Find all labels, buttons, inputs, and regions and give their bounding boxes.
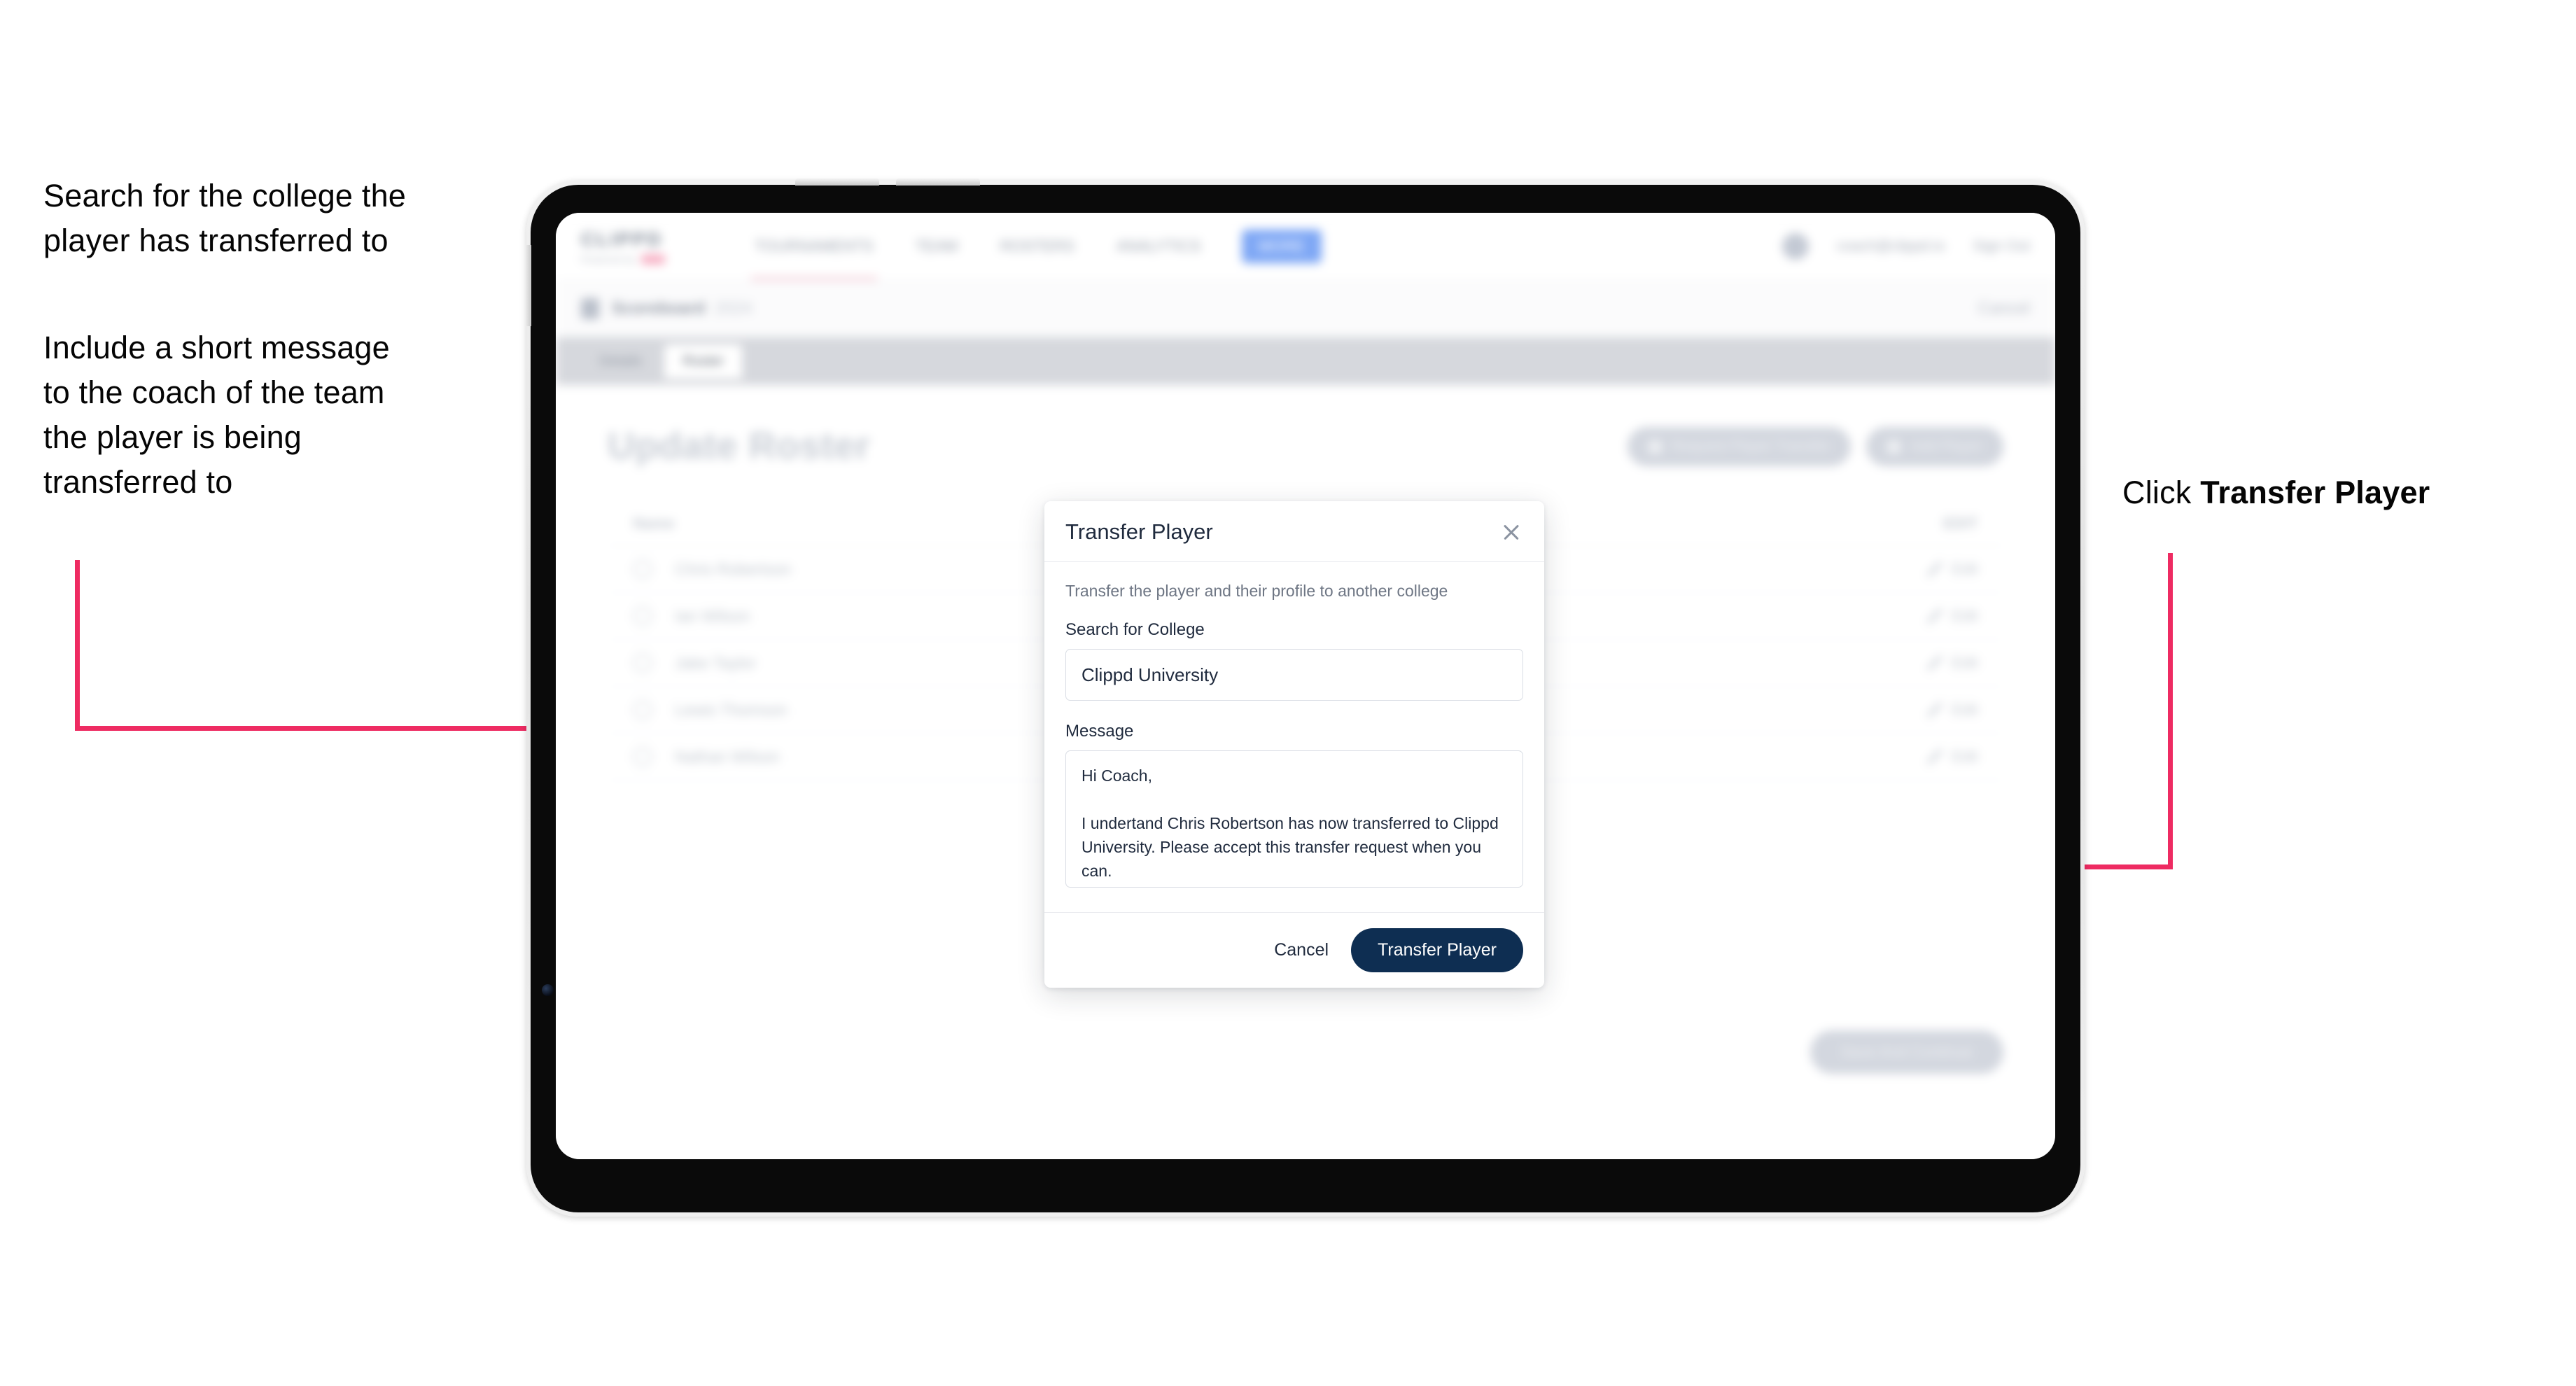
row-edit-action[interactable]: Edit bbox=[1927, 701, 1978, 719]
pencil-icon bbox=[1927, 608, 1943, 624]
row-select-radio[interactable] bbox=[633, 559, 652, 579]
message-textarea[interactable] bbox=[1065, 750, 1523, 888]
player-name: Jake Taylor bbox=[675, 653, 756, 672]
request-player-transfer-button[interactable]: Request Player Transfer bbox=[1627, 427, 1851, 466]
save-and-continue-button[interactable]: Save And Continue bbox=[1809, 1030, 2003, 1074]
player-name: Nathan Wilson bbox=[675, 747, 780, 766]
edit-label: Edit bbox=[1952, 701, 1978, 718]
front-camera-icon bbox=[542, 984, 554, 996]
avatar[interactable] bbox=[1782, 233, 1809, 260]
nav-item-rosters[interactable]: ROSTERS bbox=[999, 230, 1076, 262]
close-icon[interactable] bbox=[1499, 520, 1523, 544]
row-select-radio[interactable] bbox=[633, 606, 652, 626]
player-name: Lewis Thomson bbox=[675, 700, 788, 719]
dialog-title: Transfer Player bbox=[1065, 519, 1213, 544]
row-edit-action[interactable]: Edit bbox=[1927, 607, 1978, 625]
user-email: coach@clippd.io bbox=[1836, 238, 1945, 254]
column-header-name: Name bbox=[633, 514, 675, 532]
brand-subtitle-row: Powered by bbox=[581, 254, 704, 265]
sign-out-button[interactable]: Sign Out bbox=[1973, 238, 2030, 255]
screenshot-canvas: Search for the college the player has tr… bbox=[0, 0, 2576, 1386]
dialog-body: Transfer the player and their profile to… bbox=[1044, 562, 1544, 912]
breadcrumb-cancel-link[interactable]: Cancel bbox=[1977, 299, 2030, 318]
request-player-transfer-label: Request Player Transfer bbox=[1671, 438, 1830, 454]
annotation-include-message: Include a short message to the coach of … bbox=[43, 330, 390, 500]
brand-subtitle: Powered by bbox=[581, 253, 636, 265]
volume-up-button[interactable] bbox=[795, 178, 879, 186]
nav-item-team[interactable]: TEAM bbox=[914, 230, 960, 262]
top-navigation-bar: CLIPPD Powered by TOURNAMENTS TEAM ROSTE… bbox=[556, 213, 2055, 284]
brand-logo[interactable]: CLIPPD Powered by bbox=[581, 229, 704, 265]
row-edit-action[interactable]: Edit bbox=[1927, 654, 1978, 672]
add-player-button[interactable]: Add Player bbox=[1866, 427, 2003, 466]
player-name: Chris Robertson bbox=[675, 559, 792, 578]
power-button[interactable] bbox=[524, 245, 531, 326]
annotation-click-transfer: Click Transfer Player bbox=[2122, 470, 2570, 515]
right-arrow-vertical-segment bbox=[2168, 553, 2173, 869]
tab-roster[interactable]: Roster bbox=[664, 344, 743, 379]
transfer-player-button[interactable]: Transfer Player bbox=[1351, 928, 1523, 972]
nav-items: TOURNAMENTS TEAM ROSTERS ANALYTICS MORE bbox=[750, 230, 1322, 284]
dialog-footer: Cancel Transfer Player bbox=[1044, 912, 1544, 988]
volume-down-button[interactable] bbox=[896, 178, 980, 186]
annotation-click-bold: Transfer Player bbox=[2200, 475, 2430, 510]
column-header-edit: EDIT bbox=[1942, 514, 1978, 532]
tab-bar: Details Roster bbox=[556, 337, 2055, 385]
search-college-input[interactable] bbox=[1065, 649, 1523, 701]
dialog-description: Transfer the player and their profile to… bbox=[1065, 582, 1448, 600]
left-arrow-vertical-segment bbox=[75, 560, 80, 730]
row-edit-action[interactable]: Edit bbox=[1927, 560, 1978, 578]
nav-item-analytics[interactable]: ANALYTICS bbox=[1115, 230, 1203, 262]
pencil-icon bbox=[1927, 655, 1943, 671]
breadcrumb: Scoreboard 2024 Cancel bbox=[556, 280, 2055, 337]
page-title: Update Roster bbox=[608, 425, 871, 467]
edit-label: Edit bbox=[1952, 607, 1978, 624]
breadcrumb-sub: 2024 bbox=[715, 299, 752, 318]
edit-label: Edit bbox=[1952, 560, 1978, 578]
annotation-search-college: Search for the college the player has tr… bbox=[43, 178, 407, 258]
message-field-label: Message bbox=[1065, 722, 1134, 741]
row-select-radio[interactable] bbox=[633, 700, 652, 720]
pencil-icon bbox=[1927, 561, 1943, 577]
cancel-button[interactable]: Cancel bbox=[1270, 933, 1333, 967]
row-select-radio[interactable] bbox=[633, 653, 652, 673]
row-select-radio[interactable] bbox=[633, 747, 652, 766]
player-name: Ian Wilson bbox=[675, 606, 750, 625]
nav-right-group: coach@clippd.io Sign Out bbox=[1782, 233, 2030, 260]
brand-accent-mark bbox=[640, 254, 665, 264]
transfer-icon bbox=[1648, 440, 1662, 454]
annotation-click-prefix: Click bbox=[2122, 475, 2201, 510]
pencil-icon bbox=[1927, 749, 1943, 764]
pencil-icon bbox=[1927, 702, 1943, 718]
dialog-header: Transfer Player bbox=[1044, 501, 1544, 562]
row-edit-action[interactable]: Edit bbox=[1927, 748, 1978, 766]
college-field-label: Search for College bbox=[1065, 620, 1205, 639]
brand-name: CLIPPD bbox=[581, 228, 664, 250]
nav-item-tournaments[interactable]: TOURNAMENTS bbox=[750, 230, 877, 284]
edit-label: Edit bbox=[1952, 654, 1978, 671]
breadcrumb-main[interactable]: Scoreboard bbox=[612, 299, 705, 318]
tab-details[interactable]: Details bbox=[581, 344, 660, 379]
header-actions: Request Player Transfer Add Player bbox=[1627, 427, 2003, 466]
add-player-label: Add Player bbox=[1910, 438, 1982, 454]
breadcrumb-icon bbox=[581, 298, 599, 319]
nav-item-more[interactable]: MORE bbox=[1241, 230, 1322, 263]
transfer-player-dialog: Transfer Player Transfer the player and … bbox=[1044, 501, 1544, 988]
plus-icon bbox=[1887, 440, 1901, 454]
edit-label: Edit bbox=[1952, 748, 1978, 765]
